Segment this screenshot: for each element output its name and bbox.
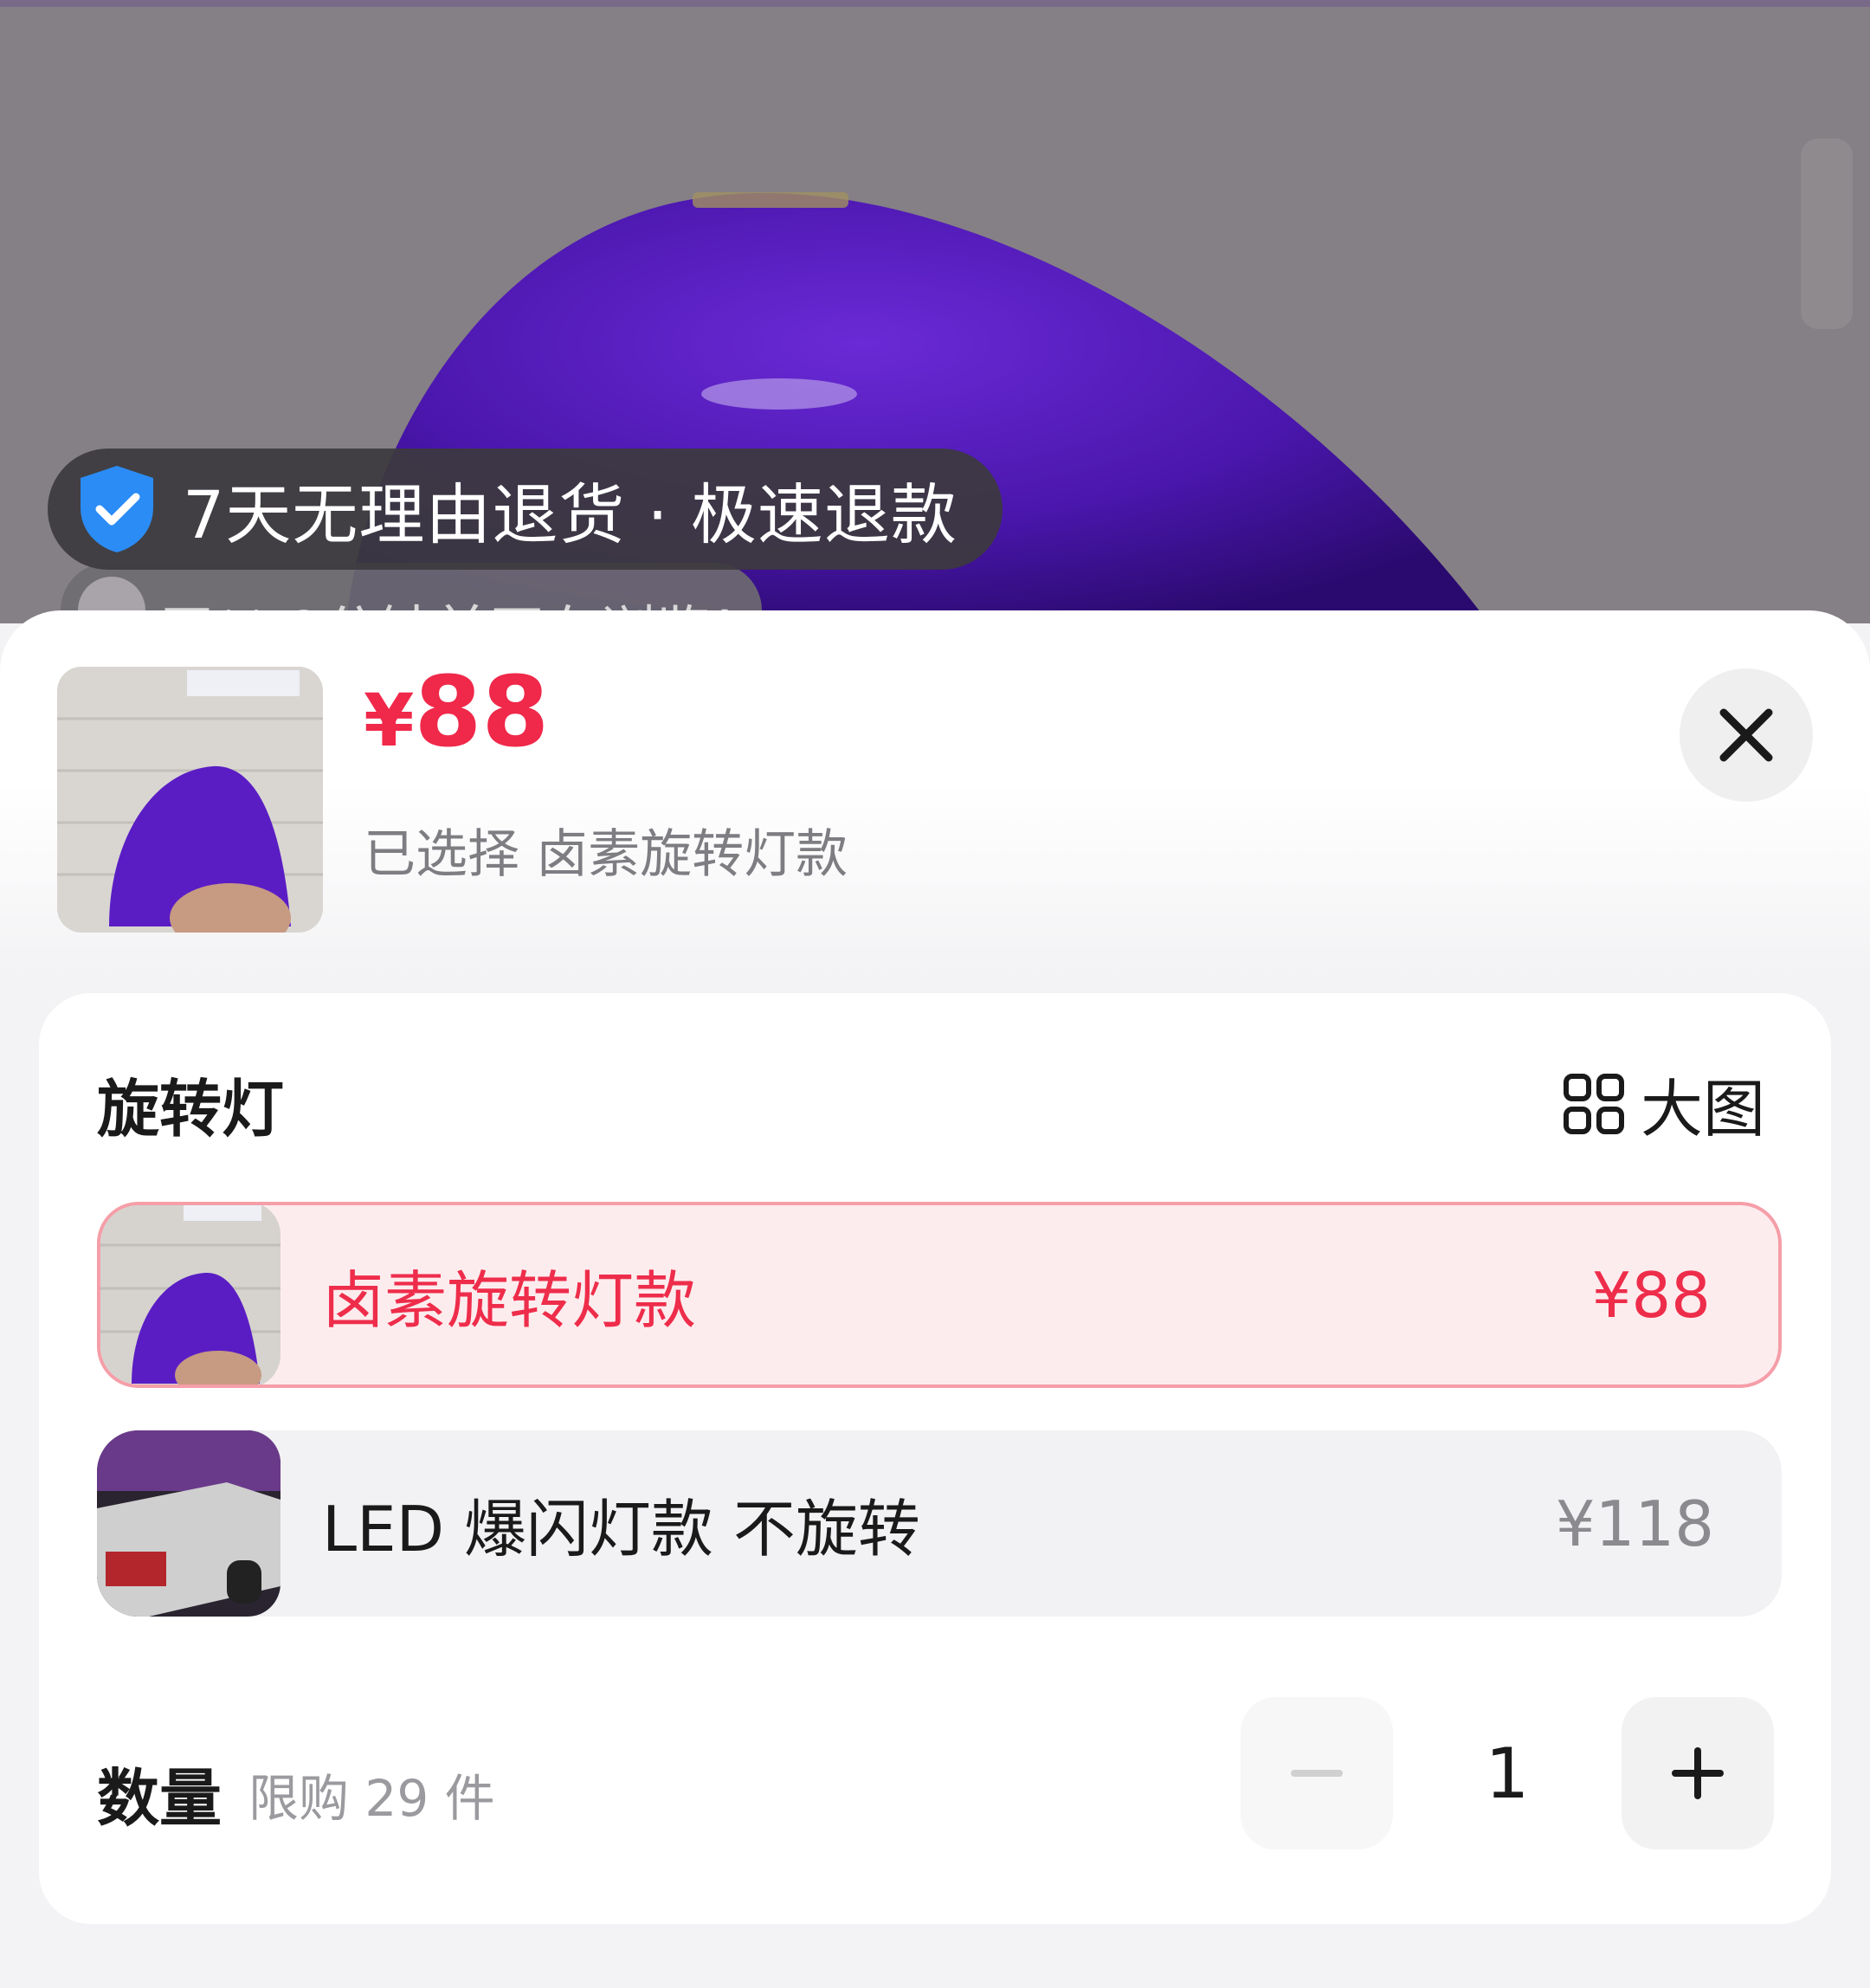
spec-option-halogen[interactable]: 卤素旋转灯款 ¥88 — [97, 1202, 1782, 1388]
big-image-toggle[interactable]: 大图 — [1563, 1058, 1765, 1149]
quantity-increment-button[interactable] — [1622, 1697, 1774, 1849]
spec-group-title: 旋转灯 — [97, 1073, 285, 1146]
option-thumbnail — [97, 1430, 280, 1617]
price-value: 88 — [414, 656, 550, 769]
quantity-value[interactable]: 1 — [1431, 1697, 1583, 1849]
spec-option-led[interactable]: LED 爆闪灯款 不旋转 ¥118 — [97, 1430, 1782, 1617]
option-name: 卤素旋转灯款 — [322, 1264, 697, 1337]
selected-product-thumbnail[interactable] — [57, 667, 323, 933]
shield-check-icon — [81, 466, 153, 552]
option-name: LED 爆闪灯款 不旋转 — [322, 1493, 920, 1565]
return-policy-badge: 7天无理由退货 · 极速退款 — [48, 449, 1003, 570]
big-image-label: 大图 — [1641, 1073, 1766, 1146]
plus-icon — [1672, 1747, 1724, 1799]
header-price: ¥88 — [364, 656, 549, 769]
option-price: ¥118 — [1555, 1487, 1714, 1560]
price-currency: ¥ — [364, 678, 415, 763]
option-thumbnail — [100, 1205, 280, 1384]
quantity-limit-text: 限购 29 件 — [248, 1769, 495, 1828]
close-icon — [1719, 708, 1773, 762]
option-price: ¥88 — [1591, 1258, 1711, 1332]
selected-variant-text: 已选择 卤素旋转灯款 — [364, 824, 848, 885]
grid-icon — [1564, 1073, 1624, 1134]
close-button[interactable] — [1680, 668, 1813, 802]
return-policy-text: 7天无理由退货 · 极速退款 — [183, 476, 958, 553]
quantity-decrement-button[interactable] — [1241, 1697, 1393, 1849]
minus-icon — [1291, 1770, 1343, 1777]
quantity-label: 数量 — [97, 1762, 222, 1835]
